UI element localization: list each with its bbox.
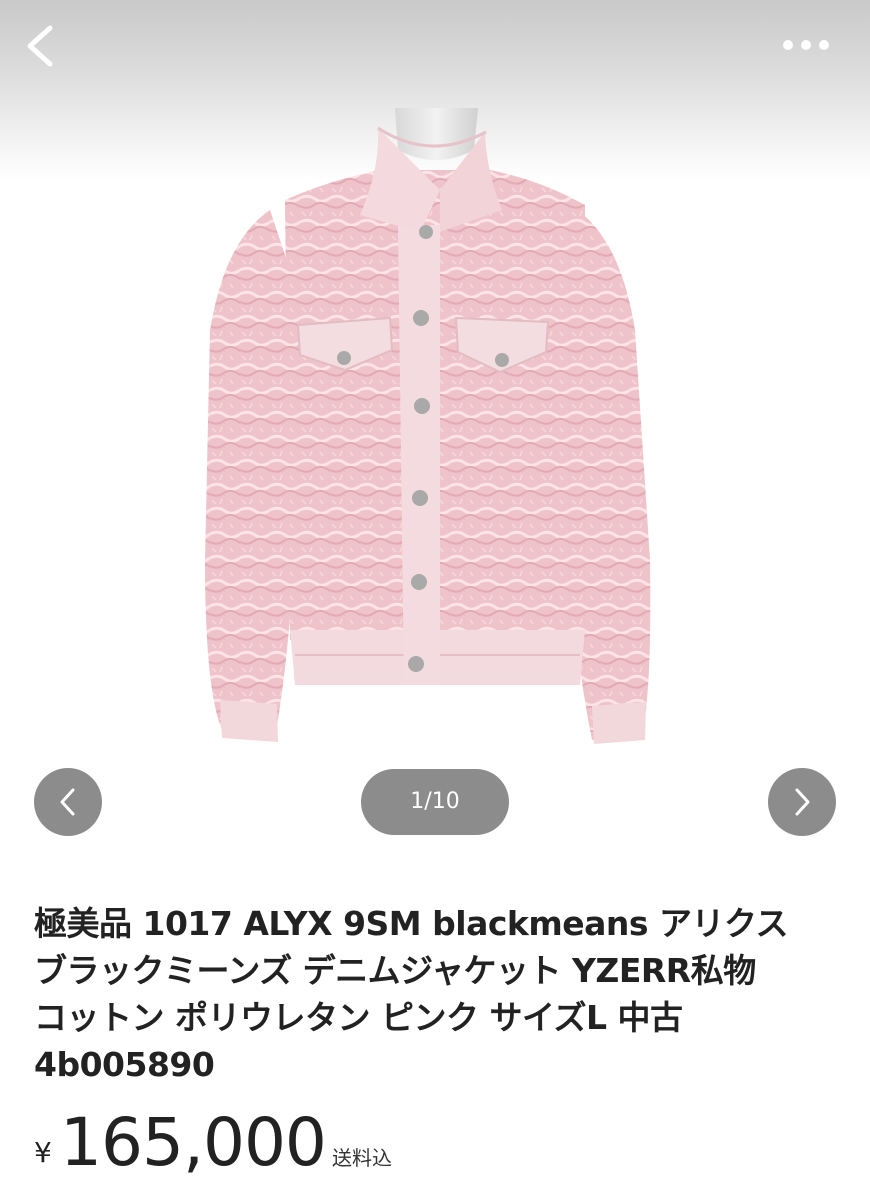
chevron-left-icon xyxy=(60,788,75,816)
price-value: 165,000 xyxy=(60,1104,327,1181)
product-photo[interactable] xyxy=(0,0,870,760)
image-counter[interactable]: 1/10 xyxy=(361,769,509,835)
back-button[interactable] xyxy=(18,20,66,72)
product-title: 極美品 1017 ALYX 9SM blackmeans アリクス ブラックミー… xyxy=(34,900,834,1088)
product-title-line: 4b005890 xyxy=(34,1045,215,1084)
next-image-button[interactable] xyxy=(768,768,836,836)
product-title-line: ブラックミーンズ デニムジャケット YZERR私物 xyxy=(34,951,756,990)
currency-symbol: ¥ xyxy=(34,1136,52,1169)
product-title-line: 極美品 1017 ALYX 9SM blackmeans アリクス xyxy=(34,904,789,943)
chevron-left-icon xyxy=(27,25,53,67)
more-horizontal-icon xyxy=(783,40,829,50)
more-button[interactable] xyxy=(778,28,834,62)
product-title-line: コットン ポリウレタン ピンク サイズL 中古 xyxy=(34,998,683,1037)
chevron-right-icon xyxy=(795,788,810,816)
shipping-note: 送料込 xyxy=(332,1146,392,1170)
previous-image-button[interactable] xyxy=(34,768,102,836)
product-page: 1/10 極美品 1017 ALYX 9SM blackmeans アリクス ブ… xyxy=(0,0,870,1200)
jacket-image xyxy=(205,108,651,744)
